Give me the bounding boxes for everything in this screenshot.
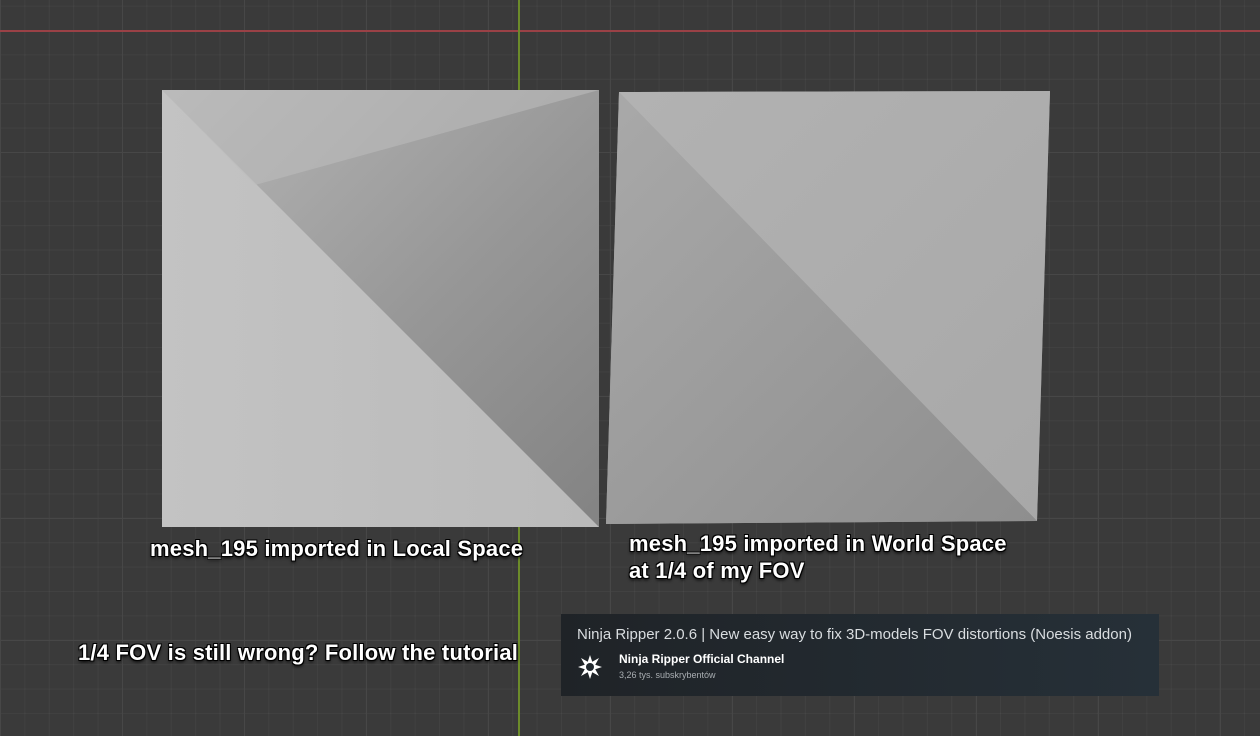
youtube-video-card[interactable]: Ninja Ripper 2.0.6 | New easy way to fix…: [561, 614, 1159, 696]
world-space-caption-line2: at 1/4 of my FOV: [629, 558, 805, 583]
mesh-local-space[interactable]: [162, 90, 599, 527]
channel-info: Ninja Ripper Official Channel 3,26 tys. …: [619, 652, 784, 681]
channel-row[interactable]: Ninja Ripper Official Channel 3,26 tys. …: [577, 652, 1143, 681]
3d-viewport[interactable]: mesh_195 imported in Local Space mesh_19…: [0, 0, 1260, 736]
subscriber-count: 3,26 tys. subskrybentów: [619, 670, 716, 680]
world-space-caption-line1: mesh_195 imported in World Space: [629, 531, 1007, 556]
video-title[interactable]: Ninja Ripper 2.0.6 | New easy way to fix…: [577, 626, 1143, 644]
shuriken-icon[interactable]: [577, 654, 603, 680]
mesh-world-space[interactable]: [606, 91, 1050, 524]
channel-name[interactable]: Ninja Ripper Official Channel: [619, 652, 784, 667]
tutorial-prompt: 1/4 FOV is still wrong? Follow the tutor…: [78, 640, 519, 665]
local-space-caption: mesh_195 imported in Local Space: [150, 536, 524, 561]
